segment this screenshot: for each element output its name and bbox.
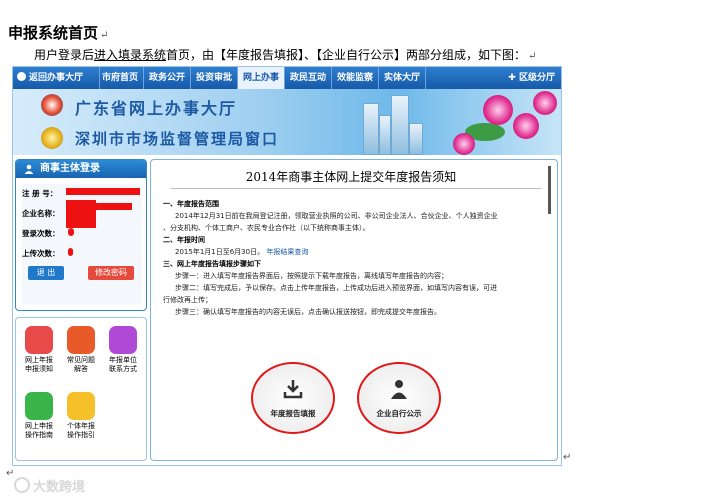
app-online-guide[interactable]: 网上申报 操作指南 <box>18 392 60 440</box>
paragraph-mark: ↵ <box>528 51 537 62</box>
watermark: 大数跨境 <box>14 476 85 495</box>
app-label: 网上年报 <box>25 356 53 364</box>
flower-decoration <box>513 113 539 139</box>
location-pin-icon <box>25 326 53 354</box>
person-icon <box>391 380 407 399</box>
building-icon <box>391 95 409 155</box>
guangdong-logo <box>41 94 63 116</box>
region-label: 区级分厅 <box>518 73 555 83</box>
intro-suffix: 首页，由【年度报告填报】、【企业自行公示】两部分组成，如下图： <box>166 48 527 62</box>
login-panel: 商事主体登录 注 册 号： 企业名称： 登录次数： 上传次数： 退 出 修改密码 <box>15 159 147 311</box>
flower-decoration <box>533 91 557 115</box>
intro-prefix: 用户登录后 <box>34 48 95 62</box>
field-login-count: 登录次数： <box>22 229 60 238</box>
step-text: 步骤三：确认填写年度报告的内容无误后，点击确认报送按钮，即完成提交年度报告。 <box>175 308 441 316</box>
book-icon <box>67 392 95 420</box>
nav-home-label: 返回办事大厅 <box>29 73 84 83</box>
monitor-icon <box>67 326 95 354</box>
intro-underlined: 进入填录系统 <box>94 48 167 62</box>
app-label: 个体年报 <box>67 422 95 430</box>
annual-report-label: 年度报告填报 <box>270 409 316 418</box>
doc-title-text: 申报系统首页 <box>8 24 99 42</box>
emblem-logo <box>41 127 63 149</box>
app-label: 年报单位 <box>109 356 137 364</box>
nav-item-interaction[interactable]: 政民互动 <box>285 67 332 89</box>
redaction-mark <box>68 228 74 236</box>
region-icon: ✚ <box>508 73 519 83</box>
banner-title: 广东省网上办事大厅 <box>75 99 238 118</box>
building-icon <box>409 123 423 155</box>
download-icon <box>283 380 303 399</box>
paragraph-mark: ↵ <box>563 452 572 463</box>
period-text: 2015年1月1日至6月30日。 <box>175 248 265 256</box>
banner: 广东省网上办事大厅 深圳市市场监督管理局窗口 <box>13 89 561 155</box>
self-publish-label: 企业自行公示 <box>376 409 422 418</box>
section-heading: 一、年度报告范围 <box>163 200 219 208</box>
watermark-text: 大数跨境 <box>33 480 86 495</box>
scrollbar[interactable] <box>548 166 551 214</box>
nav-item-invest[interactable]: 投资审批 <box>191 67 238 89</box>
building-icon <box>379 115 391 155</box>
result-query-link[interactable]: 年报结果查询 <box>266 248 308 256</box>
step-text: 步骤二：填写完成后，予以保存。点击上传年度报告，上传成功后进入预览界面，如填写内… <box>175 284 497 292</box>
notice-panel: 2014年商事主体网上提交年度报告须知 一、年度报告范围 2014年12月31日… <box>150 159 558 461</box>
watermark-logo-icon <box>14 477 30 493</box>
section-text: 2014年12月31日前在我局登记注册，领取营业执照的公司、非公司企业法人、合伙… <box>175 212 498 220</box>
section-heading: 二、年报时间 <box>163 236 205 244</box>
app-filing-notice[interactable]: 网上年报 申报须知 <box>18 326 60 374</box>
section-heading: 三、网上年度报告填报步骤如下 <box>163 260 261 268</box>
building-icon <box>363 103 379 155</box>
nav-item-city-home[interactable]: 市府首页 <box>97 67 144 89</box>
user-icon <box>24 164 34 174</box>
nav-item-physical-hall[interactable]: 实体大厅 <box>379 67 426 89</box>
app-faq[interactable]: 常见问题 解答 <box>60 326 102 374</box>
home-icon <box>17 72 26 81</box>
app-label: 操作指南 <box>25 431 53 439</box>
doc-title: 申报系统首页 ↵ <box>8 22 108 43</box>
tablet-icon <box>109 326 137 354</box>
nav-item-gov-open[interactable]: 政务公开 <box>144 67 191 89</box>
app-contacts[interactable]: 年报单位 联系方式 <box>102 326 144 374</box>
login-body: 注 册 号： 企业名称： 登录次数： 上传次数： <box>22 184 142 304</box>
field-upload-count: 上传次数： <box>22 249 60 258</box>
banner-subtitle: 深圳市市场监督管理局窗口 <box>75 130 280 148</box>
step-text: 行修改再上传； <box>163 296 212 304</box>
app-label: 网上申报 <box>25 422 53 430</box>
region-link[interactable]: ✚ 区级分厅 <box>508 67 555 89</box>
video-icon <box>25 392 53 420</box>
apps-panel: 网上年报 申报须知 常见问题 解答 年报单位 联系方式 网上申报 操作指南 个体… <box>15 317 147 461</box>
app-individual-guide[interactable]: 个体年报 操作指引 <box>60 392 102 440</box>
self-publish-button[interactable]: 企业自行公示 <box>357 362 441 434</box>
app-label: 申报须知 <box>25 365 53 373</box>
nav-item-supervision[interactable]: 效能监察 <box>332 67 379 89</box>
paragraph-mark: ↵ <box>100 30 109 41</box>
doc-intro: 用户登录后进入填录系统首页，由【年度报告填报】、【企业自行公示】两部分组成，如下… <box>34 46 536 63</box>
title-divider <box>171 188 541 189</box>
embedded-screenshot: 返回办事大厅 市府首页 政务公开 投资审批 网上办事 政民互动 效能监察 实体大… <box>12 66 562 466</box>
flower-decoration <box>483 95 513 125</box>
redaction-mark <box>68 248 73 256</box>
section-text: 2015年1月1日至6月30日。 年报结果查询 <box>163 246 547 258</box>
nav-item-online-service[interactable]: 网上办事 <box>238 67 285 89</box>
app-label: 联系方式 <box>109 365 137 373</box>
redaction-mark <box>66 188 140 195</box>
section-text: 、分支机构、个体工商户、农民专业合作社（以下统称商事主体）。 <box>163 224 370 232</box>
notice-body: 一、年度报告范围 2014年12月31日前在我局登记注册，领取营业执照的公司、非… <box>163 198 547 318</box>
top-nav: 返回办事大厅 市府首页 政务公开 投资审批 网上办事 政民互动 效能监察 实体大… <box>13 67 561 89</box>
nav-home-link[interactable]: 返回办事大厅 <box>13 67 100 89</box>
step-text: 步骤一：进入填写年度报告界面后，按照提示下载年度报告，离线填写年度报告的内容； <box>175 272 448 280</box>
field-company-name: 企业名称： <box>22 209 60 218</box>
redaction-mark <box>66 203 132 210</box>
app-label: 操作指引 <box>67 431 95 439</box>
login-title: 商事主体登录 <box>40 163 100 174</box>
notice-title: 2014年商事主体网上提交年度报告须知 <box>245 170 457 184</box>
logout-button[interactable]: 退 出 <box>28 266 64 280</box>
login-header: 商事主体登录 <box>16 160 146 178</box>
field-reg-no: 注 册 号： <box>22 189 58 198</box>
change-password-button[interactable]: 修改密码 <box>88 266 134 280</box>
flower-decoration <box>453 133 475 155</box>
annual-report-button[interactable]: 年度报告填报 <box>251 362 335 434</box>
app-label: 解答 <box>74 365 88 373</box>
app-label: 常见问题 <box>67 356 95 364</box>
